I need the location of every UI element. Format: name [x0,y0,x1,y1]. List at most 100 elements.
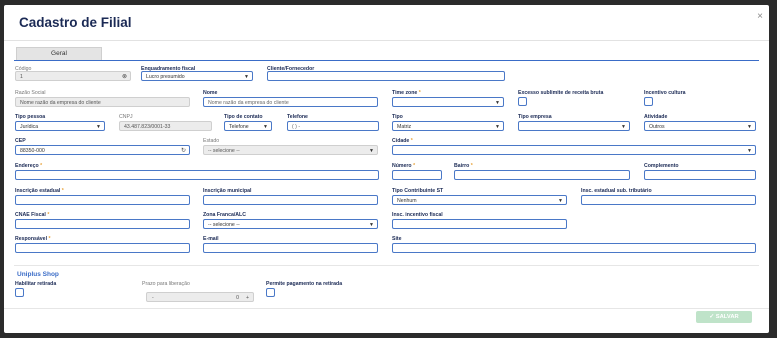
cep-value: 88350-000 [20,148,45,154]
required-icon: * [47,212,50,218]
cnae-label: CNAE Fiscal * [15,212,49,218]
permite-checkbox[interactable] [266,288,275,297]
nome-field[interactable]: Nome razão da empresa do cliente [203,97,378,107]
cep-label: CEP [15,138,26,144]
insc-estadual-label-text: Inscrição estadual [15,188,61,194]
prazo-label: Prazo para liberação [142,281,190,287]
chevron-down-icon: ▼ [495,124,500,130]
atividade-value: Outros [649,124,665,130]
incentivo-cultura-checkbox[interactable] [644,97,653,106]
required-icon: * [410,138,413,144]
cidade-select[interactable]: ▼ [392,145,756,155]
insc-estadual-field[interactable] [15,195,190,205]
nome-label: Nome [203,90,218,96]
tipo-pessoa-select[interactable]: Jurídica ▼ [15,121,105,131]
habilitar-label: Habilitar retirada [15,281,57,287]
required-icon: * [40,163,43,169]
cnae-field[interactable] [15,219,190,229]
chevron-down-icon: ▼ [747,124,752,130]
tipo-empresa-select[interactable]: ▼ [518,121,630,131]
timezone-label: Time zone * [392,90,421,96]
insc-municipal-field[interactable] [203,195,378,205]
email-label: E-mail [203,236,219,242]
save-label: SALVAR [715,314,739,320]
codigo-field[interactable]: 1 ⊗ [15,71,131,81]
tipo-contato-select[interactable]: Telefone ▼ [224,121,272,131]
tab-geral[interactable]: Geral [16,47,102,61]
insc-sub-label: Insc. estadual sub. tributário [581,188,652,194]
excesso-checkbox[interactable] [518,97,527,106]
atividade-select[interactable]: Outros ▼ [644,121,756,131]
minus-icon[interactable]: - [152,293,154,303]
chevron-down-icon: ▼ [369,222,374,228]
bairro-field[interactable] [454,170,630,180]
cnae-label-text: CNAE Fiscal [15,212,46,218]
estado-select[interactable]: -- selecione -- ▼ [203,145,378,155]
endereco-label: Endereço * [15,163,42,169]
cidade-label: Cidade * [392,138,413,144]
habilitar-checkbox[interactable] [15,288,24,297]
modal-title: Cadastro de Filial [19,15,132,30]
insc-incentivo-label: Insc. incentivo fiscal [392,212,443,218]
plus-icon[interactable]: + [246,293,249,303]
cliente-field[interactable] [267,71,505,81]
tab-underline [14,60,759,61]
prazo-stepper[interactable]: - 0 + [146,292,254,302]
tipo-contribuinte-select[interactable]: Nenhum ▼ [392,195,567,205]
tipo-label: Tipo [392,114,403,120]
close-icon[interactable]: × [757,11,763,22]
timezone-select[interactable]: ▼ [392,97,504,107]
insc-sub-field[interactable] [581,195,756,205]
endereco-label-text: Endereço [15,163,39,169]
numero-label-text: Número [392,163,412,169]
chevron-down-icon: ▼ [558,198,563,204]
save-button[interactable]: ✓ SALVAR [696,311,752,323]
insc-incentivo-field[interactable] [392,219,567,229]
insc-estadual-label: Inscrição estadual * [15,188,64,194]
required-icon: * [48,236,51,242]
site-field[interactable] [392,243,756,253]
tipo-contribuinte-value: Nenhum [397,198,417,204]
tipo-select[interactable]: Matriz ▼ [392,121,504,131]
enquadramento-select[interactable]: Lucro presumido ▼ [141,71,253,81]
permite-label: Permite pagamento na retirada [266,281,343,287]
zona-franca-select[interactable]: -- selecione -- ▼ [203,219,378,229]
tipo-contribuinte-label: Tipo Contribuinte ST [392,188,444,194]
cidade-label-text: Cidade [392,138,410,144]
cnpj-label: CNPJ [119,114,133,120]
section-divider [14,265,759,266]
telefone-field[interactable]: ( ) - [287,121,379,131]
chevron-down-icon: ▼ [621,124,626,130]
bairro-label: Bairro * [454,163,473,169]
cnpj-field[interactable]: 43.487.823/0001-33 [119,121,212,131]
numero-label: Número * [392,163,415,169]
cep-field[interactable]: 88350-000 ↻ [15,145,190,155]
telefone-label: Telefone [287,114,308,120]
header-divider [4,40,769,41]
check-icon: ✓ [709,314,715,320]
site-label: Site [392,236,402,242]
email-field[interactable] [203,243,378,253]
razao-field[interactable]: Nome razão da empresa do cliente [15,97,190,107]
endereco-field[interactable] [15,170,379,180]
estado-value: -- selecione -- [208,148,240,154]
chevron-down-icon: ▼ [96,124,101,130]
responsavel-label: Responsável * [15,236,51,242]
chevron-down-icon: ▼ [369,148,374,154]
prazo-value: 0 [236,295,239,301]
required-icon: * [61,188,64,194]
complemento-field[interactable] [644,170,756,180]
zona-franca-label: Zona Franca/ALC [203,212,246,218]
tipo-contato-value: Telefone [229,124,249,130]
chevron-down-icon: ▼ [263,124,268,130]
numero-field[interactable] [392,170,442,180]
refresh-icon[interactable]: ↻ [181,146,186,154]
tipo-pessoa-label: Tipo pessoa [15,114,46,120]
responsavel-field[interactable] [15,243,190,253]
codigo-value: 1 [20,74,23,80]
incentivo-cultura-label: Incentivo cultura [644,90,686,96]
clear-icon[interactable]: ⊗ [122,72,127,80]
timezone-label-text: Time zone [392,90,418,96]
chevron-down-icon: ▼ [244,74,249,80]
insc-municipal-label: Inscrição municipal [203,188,252,194]
